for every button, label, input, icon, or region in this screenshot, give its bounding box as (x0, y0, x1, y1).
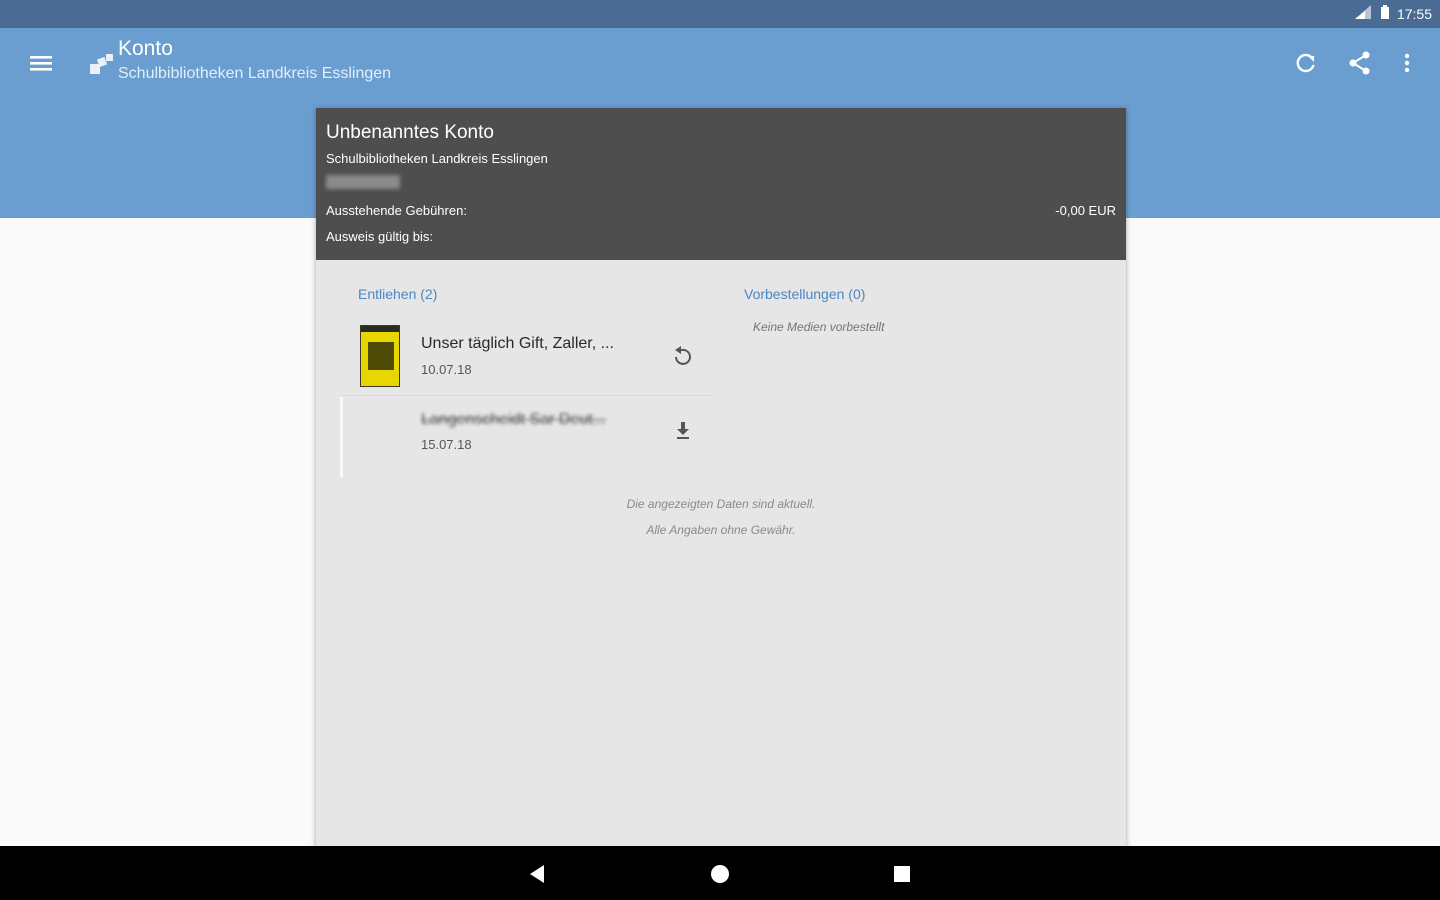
item-indicator-bar (340, 397, 343, 477)
item-title: Langenscheidt Sar Deut... (421, 411, 607, 428)
status-bar: 17:55 (0, 0, 1440, 28)
item-title: Unser täglich Gift, Zaller, ... (421, 335, 614, 352)
fees-label: Ausstehende Gebühren: (326, 203, 467, 218)
download-icon (677, 422, 689, 439)
fees-value: -0,00 EUR (1055, 203, 1116, 218)
page-title: Konto (118, 37, 173, 60)
hamburger-menu-icon (30, 56, 52, 71)
refresh-button[interactable] (1291, 48, 1321, 78)
menu-button[interactable] (26, 48, 56, 78)
account-name: Unbenanntes Konto (326, 122, 494, 143)
data-status-line-1: Die angezeigten Daten sind aktuell. (626, 497, 816, 511)
battery-icon (1379, 4, 1391, 23)
share-button[interactable] (1345, 48, 1375, 78)
status-icons: 17:55 (1353, 4, 1432, 23)
list-item[interactable]: Unser täglich Gift, Zaller, ... 10.07.18 (340, 315, 714, 396)
status-time: 17:55 (1396, 5, 1432, 22)
back-button[interactable] (524, 860, 552, 888)
card-valid-label: Ausweis gültig bis: (326, 229, 433, 244)
account-number-redacted (326, 175, 400, 189)
data-status-line-2: Alle Angaben ohne Gewähr. (646, 523, 796, 537)
account-library: Schulbibliotheken Landkreis Esslingen (326, 151, 548, 166)
account-card: Unbenanntes Konto Schulbibliotheken Land… (316, 108, 1126, 850)
reservations-section-title: Vorbestellungen (0) (744, 286, 866, 302)
download-button[interactable] (670, 417, 696, 443)
recents-icon (894, 866, 910, 882)
more-options-button[interactable] (1392, 48, 1422, 78)
system-navigation-bar (0, 846, 1440, 900)
back-icon (530, 865, 544, 883)
data-status-note: Die angezeigten Daten sind aktuell. Alle… (316, 491, 1126, 543)
renew-button[interactable] (670, 343, 696, 369)
refresh-icon (1296, 53, 1315, 73)
signal-icon (1353, 4, 1373, 23)
home-button[interactable] (706, 860, 734, 888)
item-due-date: 10.07.18 (421, 362, 472, 377)
more-vert-icon (1404, 53, 1410, 73)
page-subtitle: Schulbibliotheken Landkreis Esslingen (118, 65, 392, 82)
library-logo-icon (88, 50, 118, 78)
account-header: Unbenanntes Konto Schulbibliotheken Land… (316, 108, 1126, 260)
list-item[interactable]: Langenscheidt Sar Deut... 15.07.18 (340, 397, 714, 477)
cover-graphic (368, 342, 394, 370)
home-icon (711, 865, 729, 883)
item-due-date: 15.07.18 (421, 437, 472, 452)
book-cover (360, 325, 400, 387)
recents-button[interactable] (888, 860, 916, 888)
no-reservations-text: Keine Medien vorbestellt (753, 320, 885, 334)
renew-icon (675, 346, 691, 365)
lent-section-title: Entliehen (2) (358, 286, 438, 302)
cover-stripe (361, 326, 399, 332)
share-icon (1349, 51, 1370, 75)
